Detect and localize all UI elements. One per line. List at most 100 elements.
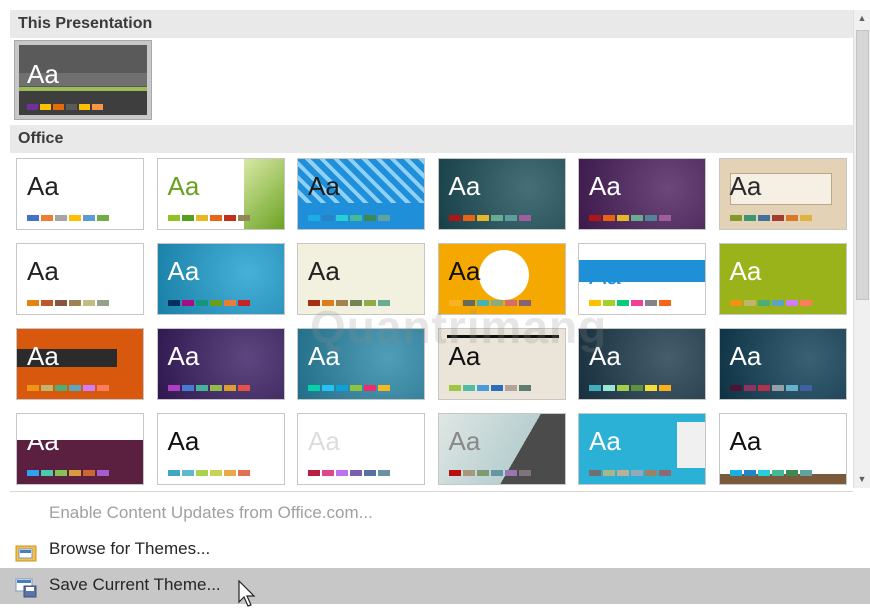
color-swatch (350, 300, 362, 306)
theme-preview-text: Aa (729, 341, 762, 371)
color-swatch (336, 215, 348, 221)
theme-preview-text: Aa (448, 426, 481, 456)
color-swatch (785, 385, 798, 391)
theme-thumb-circuit[interactable]: Aa (297, 328, 425, 400)
theme-thumb-wisp[interactable]: Aa (297, 243, 425, 315)
color-swatch (589, 470, 601, 476)
color-swatch (41, 300, 53, 306)
color-swatch (378, 215, 390, 221)
theme-thumb-current[interactable]: Aa (19, 45, 147, 115)
theme-thumb-office-theme[interactable]: Aa (16, 158, 144, 230)
color-swatch (617, 470, 629, 476)
theme-thumb-facet[interactable]: Aa (156, 158, 285, 230)
theme-thumb-dividend[interactable]: Aa (718, 328, 847, 400)
theme-thumb-damask[interactable]: Aa (437, 328, 566, 400)
theme-color-swatches (589, 470, 671, 476)
color-swatch (83, 215, 95, 221)
color-swatch (757, 215, 770, 221)
theme-thumb-ion-boardroom[interactable]: Aa (437, 158, 566, 230)
theme-thumb-retrospect[interactable]: Aa (16, 243, 144, 315)
theme-preview-text: Aa (167, 341, 200, 371)
color-swatch (195, 385, 208, 391)
color-swatch (209, 470, 222, 476)
color-swatch (195, 215, 208, 221)
color-swatch (603, 215, 615, 221)
color-swatch (237, 215, 250, 221)
theme-color-swatches (308, 470, 390, 476)
color-swatch (181, 300, 194, 306)
color-swatch (167, 300, 180, 306)
theme-color-swatches (448, 385, 531, 391)
theme-thumb-depth[interactable]: Aa (578, 328, 706, 400)
theme-thumb-berlin[interactable]: Aa (16, 328, 144, 400)
theme-thumb-organic[interactable]: Aa (718, 158, 847, 230)
theme-thumb-banded[interactable]: Aa (578, 243, 706, 315)
color-swatch (378, 385, 390, 391)
color-swatch (631, 215, 643, 221)
theme-thumb-slice[interactable]: Aa (156, 243, 285, 315)
color-swatch (785, 215, 798, 221)
theme-thumb-savon[interactable]: Aa (718, 413, 847, 485)
color-swatch (181, 470, 194, 476)
themes-gallery-panel: This Presentation Aa Office Aa Aa Aa Aa Aa Aa… (0, 0, 870, 611)
theme-preview-text: Aa (448, 256, 481, 286)
color-swatch (237, 385, 250, 391)
color-swatch (97, 215, 109, 221)
scrollbar-thumb[interactable] (856, 30, 869, 300)
color-swatch (27, 215, 39, 221)
color-swatch (41, 385, 53, 391)
color-swatch (364, 300, 376, 306)
theme-preview-text: Aa (308, 426, 340, 456)
color-swatch (83, 300, 95, 306)
color-swatch (55, 470, 67, 476)
color-swatch (209, 385, 222, 391)
color-swatch (97, 300, 109, 306)
gallery-scrollbar[interactable]: ▲ ▼ (853, 10, 870, 488)
theme-thumb-frame[interactable]: Aa (156, 413, 285, 485)
color-swatch (69, 300, 81, 306)
color-swatch (462, 385, 475, 391)
save-theme-icon (15, 576, 37, 598)
color-swatch (490, 215, 503, 221)
color-swatch (771, 300, 784, 306)
color-swatch (617, 300, 629, 306)
color-swatch (589, 385, 601, 391)
theme-color-swatches (589, 300, 671, 306)
color-swatch (308, 470, 320, 476)
theme-thumb-badge[interactable]: Aa (437, 243, 566, 315)
scroll-up-arrow-icon[interactable]: ▲ (854, 10, 870, 27)
color-swatch (771, 215, 784, 221)
theme-thumb-mesh[interactable]: Aa (578, 413, 706, 485)
scroll-down-arrow-icon[interactable]: ▼ (854, 471, 870, 488)
color-swatch (757, 385, 770, 391)
color-swatch (55, 300, 67, 306)
theme-thumb-integral[interactable]: Aa (297, 158, 425, 230)
color-swatch (504, 215, 517, 221)
save-current-theme-item[interactable]: Save Current Theme... (0, 568, 870, 604)
theme-preview-text: Aa (729, 171, 762, 201)
theme-color-swatches (27, 215, 109, 221)
color-swatch (617, 215, 629, 221)
current-theme-selection[interactable]: Aa (14, 40, 152, 120)
theme-color-swatches (167, 300, 250, 306)
theme-color-swatches (589, 385, 671, 391)
color-swatch (79, 104, 90, 110)
theme-thumb-droplet[interactable]: Aa (16, 413, 144, 485)
theme-color-swatches (729, 215, 812, 221)
theme-thumb-main-event[interactable]: Aa (437, 413, 566, 485)
color-swatch (195, 300, 208, 306)
color-swatch (308, 215, 320, 221)
theme-thumb-ion[interactable]: Aa (578, 158, 706, 230)
theme-thumb-celestial[interactable]: Aa (156, 328, 285, 400)
save-current-theme-label: Save Current Theme... (49, 575, 221, 594)
theme-thumb-basis[interactable]: Aa (718, 243, 847, 315)
mouse-cursor-icon (238, 579, 258, 613)
color-swatch (448, 470, 461, 476)
themes-gallery: This Presentation Aa Office Aa Aa Aa Aa Aa Aa… (10, 10, 853, 488)
color-swatch (322, 215, 334, 221)
color-swatch (322, 470, 334, 476)
browse-for-themes-item[interactable]: Browse for Themes... (0, 532, 870, 566)
theme-thumb-gallery[interactable]: Aa (297, 413, 425, 485)
color-swatch (462, 215, 475, 221)
color-swatch (490, 300, 503, 306)
